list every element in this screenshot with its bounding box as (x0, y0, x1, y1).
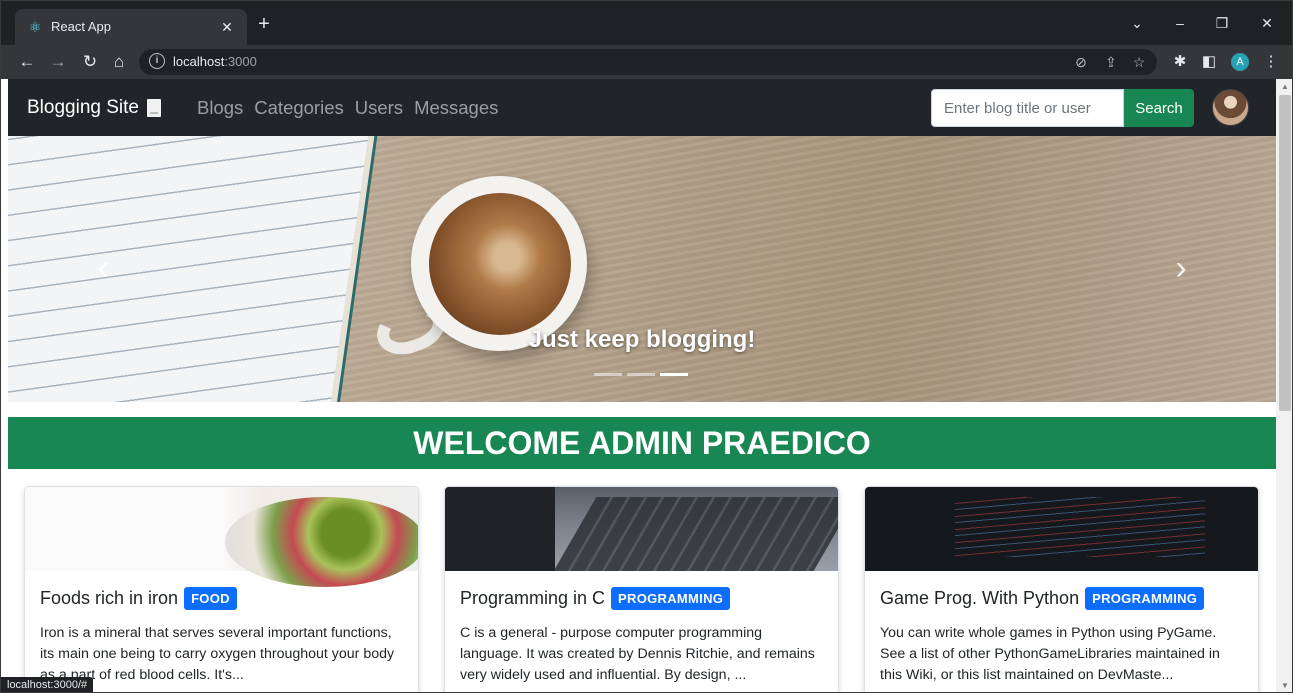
browser-toolbar: ← → ↻ ⌂ i localhost:3000 ⊘ ⇪ ☆ ✱ ◧ A ⋮ (1, 45, 1292, 79)
hero-carousel: ‹ › Just keep blogging! (8, 136, 1276, 402)
brand-name: Blogging Site (27, 97, 139, 118)
extensions-puzzle-icon[interactable]: ✱ (1169, 51, 1191, 73)
side-panel-icon[interactable]: ◧ (1198, 51, 1220, 73)
page-scrollbar[interactable]: ▲ ▼ (1276, 79, 1292, 692)
nav-link-users[interactable]: Users (355, 96, 403, 120)
card-excerpt: Iron is a mineral that serves several im… (40, 625, 395, 683)
nav-link-messages[interactable]: Messages (414, 96, 498, 120)
blog-card[interactable]: Game Prog. With Python PROGRAMMING You c… (864, 486, 1259, 692)
category-badge: FOOD (184, 587, 237, 610)
close-window-icon[interactable]: ✕ (1252, 11, 1282, 35)
new-tab-icon[interactable]: + (253, 13, 275, 35)
nav-link-categories[interactable]: Categories (254, 96, 343, 120)
carousel-prev-chevron-icon[interactable]: ‹ (88, 248, 118, 288)
card-title-text: Programming in C (460, 588, 606, 608)
menu-kebab-icon[interactable]: ⋮ (1260, 51, 1282, 73)
notebook-icon (146, 99, 161, 117)
card-title: Programming in C PROGRAMMING (460, 587, 731, 610)
card-excerpt: C is a general - purpose computer progra… (460, 625, 815, 683)
scrollbar-thumb[interactable] (1279, 95, 1291, 411)
bookmark-star-icon[interactable]: ☆ (1129, 53, 1149, 71)
site-navbar: Blogging Site Blogs Categories Users Mes… (8, 79, 1276, 136)
carousel-indicator-2[interactable] (627, 373, 655, 376)
carousel-indicator-1[interactable] (594, 373, 622, 376)
carousel-next-chevron-icon[interactable]: › (1166, 248, 1196, 288)
minimize-icon[interactable]: – (1165, 11, 1195, 35)
eye-off-icon[interactable]: ⊘ (1071, 53, 1091, 71)
card-excerpt: You can write whole games in Python usin… (880, 625, 1220, 683)
card-title-text: Foods rich in iron (40, 588, 179, 608)
tab-strip: ⚛ React App ✕ + ⌄ – ❐ ✕ (1, 1, 1292, 45)
page-viewport: Blogging Site Blogs Categories Users Mes… (8, 79, 1276, 692)
back-icon[interactable]: ← (15, 50, 39, 74)
share-icon[interactable]: ⇪ (1101, 53, 1121, 71)
tab-title: React App (51, 19, 111, 34)
search-input[interactable] (931, 89, 1124, 127)
card-title: Foods rich in iron FOOD (40, 587, 237, 610)
welcome-banner: WELCOME ADMIN PRAEDICO (8, 417, 1276, 469)
restore-icon[interactable]: ❐ (1207, 11, 1237, 35)
card-title: Game Prog. With Python PROGRAMMING (880, 587, 1205, 610)
url-text: localhost:3000 (173, 54, 257, 69)
coffee-image (429, 193, 571, 335)
code-screen-image (865, 487, 1258, 571)
laptop-image (445, 487, 838, 571)
nav-links: Blogs Categories Users Messages (197, 96, 498, 120)
food-salad-image (25, 487, 418, 587)
home-icon[interactable]: ⌂ (107, 50, 131, 74)
category-badge: PROGRAMMING (611, 587, 731, 610)
notebook-image (8, 136, 372, 402)
tab-search-chevron-icon[interactable]: ⌄ (1122, 11, 1152, 35)
brand-link[interactable]: Blogging Site (27, 96, 161, 120)
category-badge: PROGRAMMING (1085, 587, 1205, 610)
close-tab-icon[interactable]: ✕ (217, 17, 237, 37)
blog-card[interactable]: Foods rich in iron FOOD Iron is a minera… (24, 486, 419, 692)
carousel-caption: Just keep blogging! (528, 326, 756, 353)
browser-window: ⚛ React App ✕ + ⌄ – ❐ ✕ ← → ↻ ⌂ i localh… (0, 0, 1293, 693)
blog-card[interactable]: Programming in C PROGRAMMING C is a gene… (444, 486, 839, 692)
react-favicon-icon: ⚛ (28, 19, 42, 35)
forward-icon[interactable]: → (46, 50, 70, 74)
address-bar[interactable]: i localhost:3000 ⊘ ⇪ ☆ (139, 49, 1157, 75)
profile-avatar[interactable]: A (1231, 53, 1249, 71)
site-info-icon[interactable]: i (149, 53, 165, 69)
scroll-down-arrow-icon[interactable]: ▼ (1276, 680, 1292, 692)
scroll-up-arrow-icon[interactable]: ▲ (1276, 81, 1292, 93)
user-avatar[interactable] (1212, 89, 1249, 126)
carousel-indicators (594, 373, 688, 376)
browser-tab[interactable]: ⚛ React App ✕ (15, 9, 247, 45)
card-title-text: Game Prog. With Python (880, 588, 1080, 608)
search-button[interactable]: Search (1124, 89, 1194, 127)
reload-icon[interactable]: ↻ (78, 50, 102, 74)
status-url-tooltip: localhost:3000/# (1, 677, 94, 692)
nav-link-blogs[interactable]: Blogs (197, 96, 243, 120)
carousel-indicator-3[interactable] (660, 373, 688, 376)
